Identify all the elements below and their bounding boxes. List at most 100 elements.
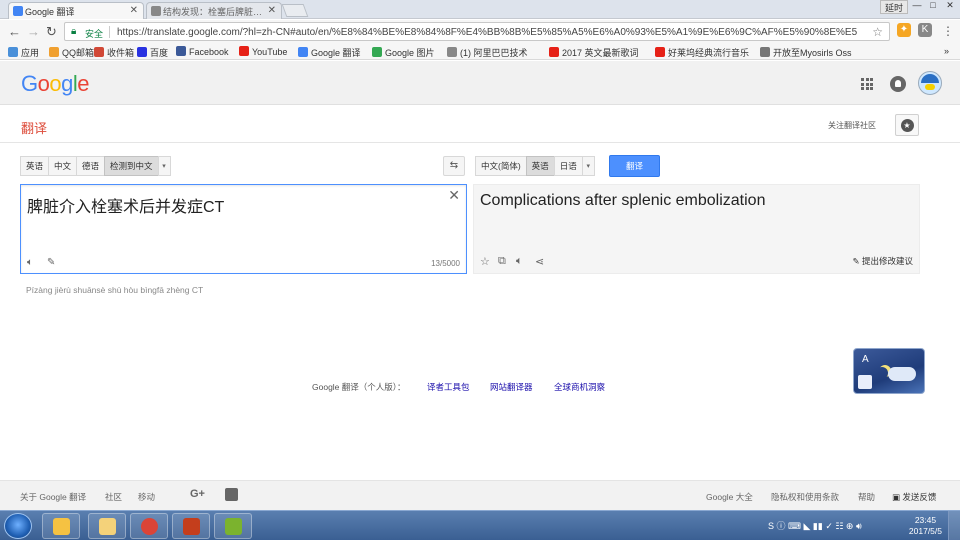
bookmark-label: (1) 阿里巴巴技术 (460, 48, 528, 58)
security-label: 安全 (85, 29, 104, 39)
notifications-icon[interactable] (890, 76, 906, 92)
feedback-link[interactable]: ▣ 发送反馈 (892, 491, 936, 503)
taskbar-app-wechat[interactable] (214, 513, 252, 539)
website-translator-link[interactable]: 网站翻译器 (490, 381, 533, 393)
taskbar-app-chrome[interactable] (130, 513, 168, 539)
community-button[interactable]: ★ (895, 114, 919, 136)
new-tab-button[interactable] (281, 4, 309, 17)
translate-subheader: 翻译 关注翻译社区 ★ (0, 106, 960, 143)
floating-widget[interactable]: A (853, 348, 925, 394)
footer-help-link[interactable]: 帮助 (858, 491, 875, 503)
target-lang-english[interactable]: 英语 (525, 156, 554, 176)
toolkit-link[interactable]: 译者工具包 (427, 381, 470, 393)
system-tray[interactable]: S ⓘ ⌨ ◣ ▮▮ ✓ ☷ ⊕ 🔊︎ (768, 519, 862, 532)
extension-icon[interactable]: ✦ (897, 23, 911, 37)
footer-about-link[interactable]: 关于 Google 翻译 (20, 491, 86, 503)
bookmark-star-icon[interactable]: ☆ (872, 25, 883, 39)
translation-output: Complications after splenic embolization… (473, 184, 920, 274)
url-text[interactable]: https://translate.google.com/?hl=zh-CN#a… (117, 27, 857, 38)
bookmark-label: 收件箱 (107, 48, 135, 58)
source-text-area[interactable]: 脾脏介入栓塞术后并发症CT ✕ 🔈︎ ✎ 13/5000 (20, 184, 467, 274)
source-lang-english[interactable]: 英语 (20, 156, 49, 176)
translate-button[interactable]: 翻译 (609, 155, 660, 177)
star-icon[interactable]: ☆ (480, 255, 490, 268)
bookmark-item[interactable]: YouTube (239, 46, 287, 57)
source-lang-chinese[interactable]: 中文 (48, 156, 77, 176)
bookmark-label: Facebook (189, 47, 229, 57)
google-logo[interactable]: Google (21, 71, 90, 97)
handwriting-icon[interactable]: ✎ (47, 257, 55, 268)
bookmark-item[interactable]: 百度 (137, 46, 168, 59)
avatar[interactable] (918, 71, 942, 95)
community-label[interactable]: 关注翻译社区 (828, 120, 876, 131)
bookmark-item[interactable]: QQ邮箱 (49, 46, 94, 59)
bookmark-item[interactable]: (1) 阿里巴巴技术 (447, 46, 528, 59)
share-icon[interactable]: ⋖ (535, 255, 544, 268)
extension-k-icon[interactable]: K (918, 23, 932, 37)
bookmark-item[interactable]: Google 翻译 (298, 46, 361, 59)
copy-icon[interactable]: ⧉ (498, 255, 506, 268)
footer-privacy-link[interactable]: 隐私权和使用条款 (771, 491, 839, 503)
forward-icon[interactable]: → (27, 24, 40, 39)
divider (109, 26, 110, 38)
taskbar-app-powerpoint[interactable] (172, 513, 210, 539)
listen-icon[interactable]: 🔈︎ (516, 255, 523, 268)
star-badge-icon: ★ (900, 119, 914, 132)
suggest-edit-link[interactable]: ✎ 提出修改建议 (853, 255, 914, 267)
source-lang-german[interactable]: 德语 (76, 156, 105, 176)
reload-icon[interactable]: ↻ (46, 24, 57, 40)
clock[interactable]: 23:45 2017/5/5 (909, 515, 942, 537)
target-lang-dropdown[interactable]: ▾ (581, 156, 595, 176)
bookmark-item[interactable]: Google 图片 (372, 46, 435, 59)
target-lang-chinese[interactable]: 中文(简体) (475, 156, 526, 176)
bookmark-favicon-icon (298, 47, 308, 57)
bookmark-item[interactable]: 好莱坞经典流行音乐 (655, 46, 749, 59)
start-button[interactable] (4, 513, 32, 539)
source-text[interactable]: 脾脏介入栓塞术后并发症CT (27, 193, 224, 217)
global-market-link[interactable]: 全球商机洞察 (554, 381, 605, 393)
page-title[interactable]: 翻译 (21, 118, 47, 137)
swap-languages-button[interactable]: ⇆ (443, 156, 465, 176)
bookmark-item[interactable]: 应用 (8, 46, 39, 59)
bookmarks-overflow-icon[interactable]: » (944, 46, 949, 56)
source-lang-detected[interactable]: 检测到中文 (104, 156, 158, 176)
taskbar-app-explorer[interactable] (42, 513, 80, 539)
back-icon[interactable]: ← (8, 24, 21, 39)
omnibox[interactable]: 🔒︎ 安全 https://translate.google.com/?hl=z… (64, 22, 890, 41)
page-favicon (151, 6, 161, 16)
apps-grid-icon[interactable] (861, 78, 873, 90)
bookmark-item[interactable]: 开放至Myosirls Oss (760, 46, 852, 59)
footer-all-google-link[interactable]: Google 大全 (706, 491, 753, 503)
bookmark-item[interactable]: 2017 英文最新歌词 (549, 46, 639, 59)
toolbar: ← → ↻ 🔒︎ 安全 https://translate.google.com… (0, 20, 960, 43)
footer-mobile-link[interactable]: 移动 (138, 491, 155, 503)
target-lang-japanese[interactable]: 日语 (553, 156, 582, 176)
tab-google-translate[interactable]: Google 翻译 ✕ (8, 2, 144, 19)
clear-source-icon[interactable]: ✕ (448, 187, 460, 204)
letter-a-icon: A (862, 354, 869, 365)
tab-result[interactable]: 结构发现：栓塞后脾脏… ✕ (146, 2, 282, 19)
profile-button[interactable]: 延时 (880, 0, 908, 14)
google-plus-icon[interactable]: G+ (190, 488, 205, 500)
close-tab-icon[interactable]: ✕ (130, 5, 138, 16)
source-lang-dropdown[interactable]: ▾ (157, 156, 171, 176)
show-desktop-button[interactable] (948, 511, 960, 540)
minimize-button[interactable]: — (910, 0, 924, 14)
bookmark-favicon-icon (8, 47, 18, 57)
taskbar-app-windows-explorer[interactable] (88, 513, 126, 539)
blogger-icon[interactable] (225, 488, 238, 501)
bookmark-item[interactable]: 收件箱 (94, 46, 134, 59)
close-window-button[interactable]: ✕ (942, 0, 958, 14)
windows-taskbar: S ⓘ ⌨ ◣ ▮▮ ✓ ☷ ⊕ 🔊︎ 23:45 2017/5/5 (0, 510, 960, 540)
maximize-button[interactable]: □ (926, 0, 940, 14)
close-tab-icon[interactable]: ✕ (268, 5, 276, 16)
listen-icon[interactable]: 🔈︎ (27, 257, 33, 268)
tab-title: 结构发现：栓塞后脾脏… (163, 7, 263, 17)
bookmark-favicon-icon (447, 47, 457, 57)
clock-date: 2017/5/5 (908, 526, 942, 536)
bookmark-favicon-icon (94, 47, 104, 57)
menu-icon[interactable]: ⋮ (942, 24, 954, 38)
footer-community-link[interactable]: 社区 (105, 491, 122, 503)
bookmark-item[interactable]: Facebook (176, 46, 229, 57)
moon-icon (876, 367, 888, 379)
